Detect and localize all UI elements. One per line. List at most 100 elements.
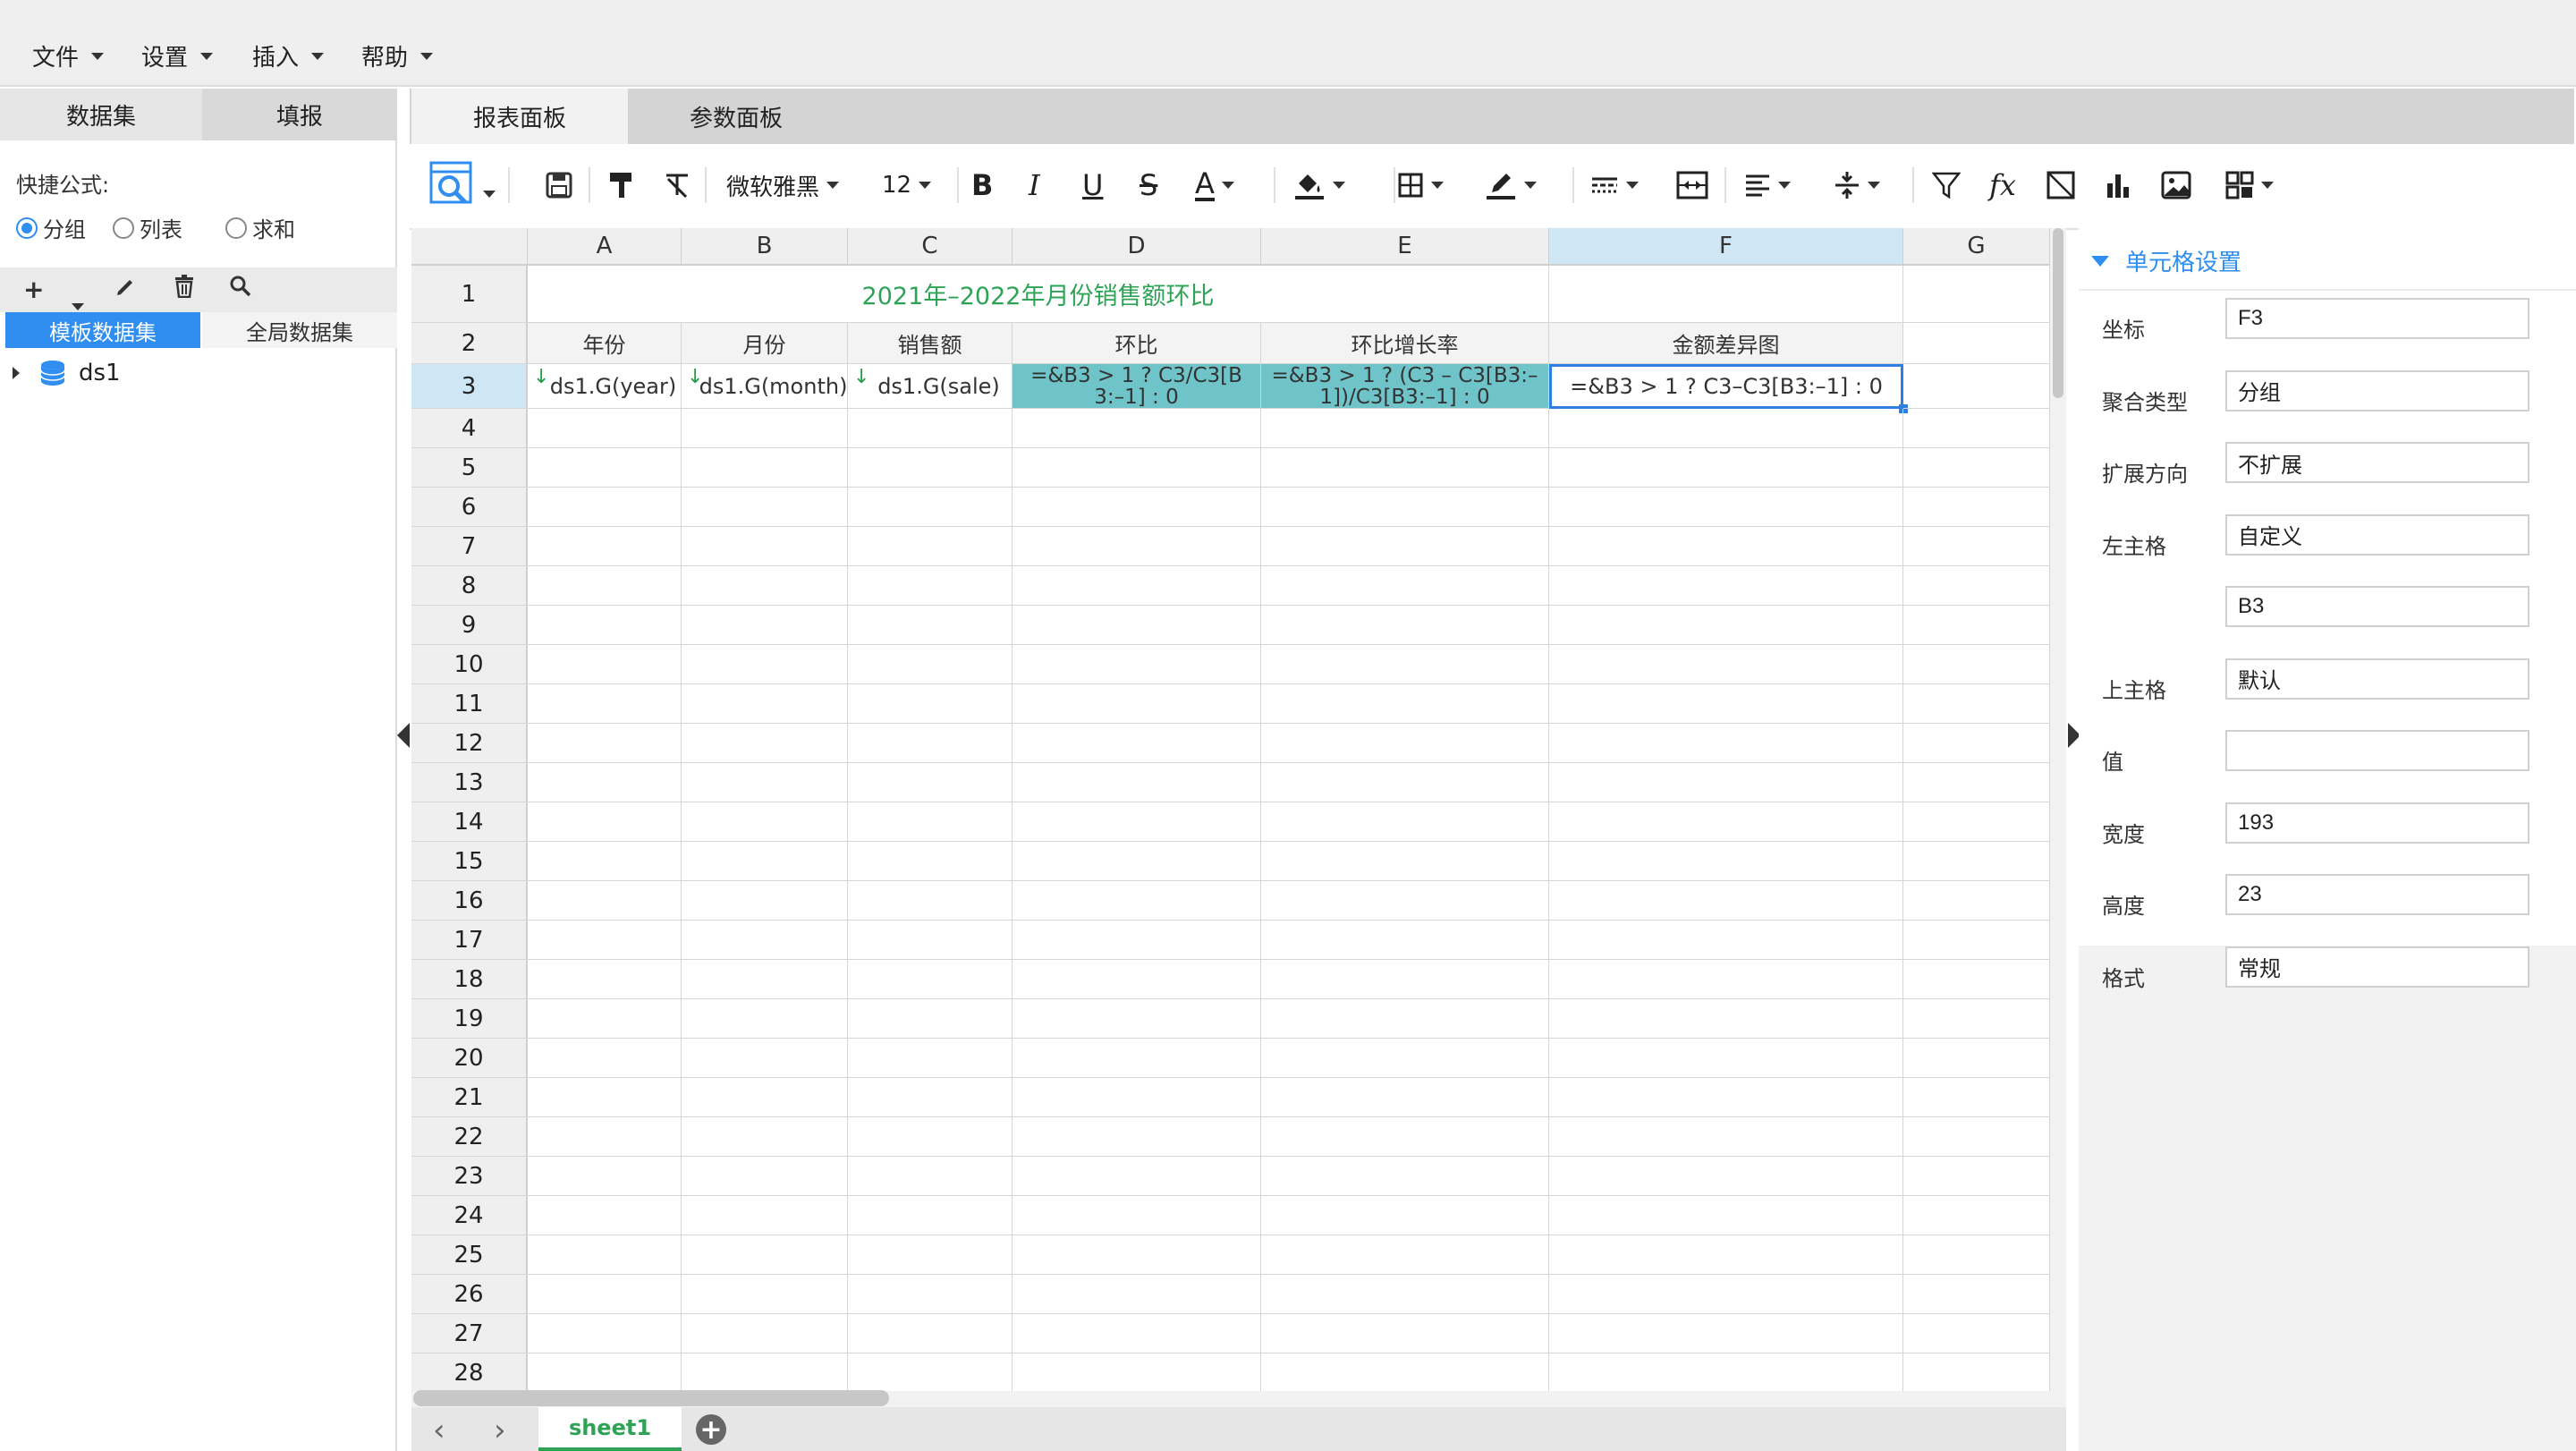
grid-cell[interactable] — [1013, 1196, 1261, 1235]
grid-cell[interactable] — [1549, 684, 1903, 724]
strikethrough-icon[interactable]: S — [1140, 162, 1157, 208]
grid-cell[interactable] — [1549, 881, 1903, 921]
grid-cell[interactable] — [1549, 527, 1903, 566]
prop-input[interactable]: 分组 — [2225, 369, 2529, 412]
grid-cell[interactable] — [848, 606, 1013, 645]
grid-cell[interactable] — [1261, 409, 1549, 448]
collapse-left-icon[interactable] — [397, 723, 410, 748]
grid-cell[interactable] — [1903, 999, 2050, 1039]
grid-cell[interactable] — [1261, 1196, 1549, 1235]
grid-cell[interactable] — [1013, 1078, 1261, 1117]
grid-cell[interactable] — [1903, 606, 2050, 645]
grid-cell[interactable] — [528, 606, 682, 645]
grid-cell[interactable] — [1903, 448, 2050, 488]
grid-cell[interactable] — [1549, 724, 1903, 763]
column-header-c[interactable]: C — [848, 228, 1013, 266]
grid-cell[interactable] — [848, 409, 1013, 448]
grid-cell[interactable] — [848, 566, 1013, 606]
grid-cell[interactable] — [1013, 566, 1261, 606]
vertical-scroll-thumb[interactable] — [2053, 228, 2063, 398]
grid-cell[interactable] — [1903, 1117, 2050, 1157]
grid-cell[interactable] — [1903, 488, 2050, 527]
align-icon[interactable] — [1744, 162, 1791, 208]
horizontal-scroll-thumb[interactable] — [413, 1390, 889, 1406]
grid-cell[interactable] — [1013, 802, 1261, 842]
grid-cell[interactable] — [682, 1235, 848, 1275]
merge-cells-icon[interactable] — [1676, 162, 1708, 208]
grid-cell[interactable] — [1013, 1157, 1261, 1196]
grid-cell[interactable] — [682, 1196, 848, 1235]
tab-report-panel[interactable]: 报表面板 — [411, 89, 628, 144]
tab-fill[interactable]: 填报 — [202, 89, 397, 140]
prop-input[interactable]: 不扩展 — [2225, 442, 2529, 483]
cell-d3[interactable]: =&B3 > 1 ? C3/C3[B 3:–1] : 0 — [1013, 364, 1261, 409]
grid-cell[interactable] — [1903, 960, 2050, 999]
grid-cell[interactable] — [1261, 645, 1549, 684]
grid-cell[interactable] — [848, 960, 1013, 999]
grid-cell[interactable] — [848, 1353, 1013, 1391]
grid-cell[interactable] — [1261, 448, 1549, 488]
row-header-15[interactable]: 15 — [411, 842, 528, 881]
grid-cell[interactable] — [1903, 684, 2050, 724]
grid-cell[interactable] — [682, 1157, 848, 1196]
column-header-g[interactable]: G — [1903, 228, 2050, 266]
row-header-9[interactable]: 9 — [411, 606, 528, 645]
preview-icon[interactable] — [429, 161, 496, 208]
font-family-select[interactable]: 微软雅黑 — [726, 162, 840, 208]
radio-list[interactable]: 列表 — [113, 212, 182, 243]
grid-cell[interactable] — [528, 1078, 682, 1117]
row-header-24[interactable]: 24 — [411, 1196, 528, 1235]
grid-cell[interactable] — [1261, 1235, 1549, 1275]
cell-a3[interactable]: ↓ ds1.G(year) — [528, 364, 682, 409]
prop-input[interactable]: B3 — [2225, 586, 2529, 627]
grid-cell[interactable] — [682, 645, 848, 684]
border-color-icon[interactable] — [1485, 162, 1537, 208]
grid-cell[interactable] — [1903, 724, 2050, 763]
grid-cell[interactable] — [848, 1196, 1013, 1235]
grid-cell[interactable] — [848, 763, 1013, 802]
column-header-f[interactable]: F — [1549, 228, 1903, 266]
prop-input[interactable]: 常规 — [2225, 946, 2529, 988]
grid-cell[interactable] — [528, 842, 682, 881]
filter-icon[interactable] — [1932, 162, 1961, 208]
cell-f3-selected[interactable]: =&B3 > 1 ? C3–C3[B3:–1] : 0 — [1549, 364, 1903, 409]
line-style-icon[interactable] — [1590, 162, 1639, 208]
grid-cell[interactable] — [1549, 1275, 1903, 1314]
menu-insert[interactable]: 插入 — [252, 39, 325, 72]
grid-cell[interactable] — [1013, 1353, 1261, 1391]
grid-cell[interactable] — [848, 802, 1013, 842]
radio-group[interactable]: 分组 — [16, 212, 86, 243]
grid-cell[interactable] — [682, 921, 848, 960]
tab-template-dataset[interactable]: 模板数据集 — [5, 312, 200, 348]
row-header-25[interactable]: 25 — [411, 1235, 528, 1275]
grid-cell[interactable] — [848, 1117, 1013, 1157]
grid-cell[interactable] — [1261, 527, 1549, 566]
chevron-right-icon[interactable] — [13, 367, 20, 379]
grid-cell[interactable] — [1261, 1117, 1549, 1157]
grid-cell[interactable] — [1549, 566, 1903, 606]
grid-cell[interactable] — [528, 1314, 682, 1353]
grid-cell[interactable] — [1903, 1078, 2050, 1117]
grid-cell[interactable] — [1903, 1275, 2050, 1314]
row-header-13[interactable]: 13 — [411, 763, 528, 802]
row-header-10[interactable]: 10 — [411, 645, 528, 684]
grid-cell[interactable] — [1013, 960, 1261, 999]
grid-cell[interactable] — [1903, 881, 2050, 921]
grid-cell[interactable] — [528, 802, 682, 842]
cell-e3[interactable]: =&B3 > 1 ? (C3 – C3[B3:– 1])/C3[B3:–1] : … — [1261, 364, 1549, 409]
formula-icon[interactable]: fx — [1989, 162, 2016, 208]
prop-input[interactable] — [2225, 730, 2529, 771]
grid-cell[interactable] — [1903, 527, 2050, 566]
header-cell-year[interactable]: 年份 — [528, 323, 682, 364]
header-cell-mom-growth[interactable]: 环比增长率 — [1261, 323, 1549, 364]
grid-cell[interactable] — [1013, 645, 1261, 684]
grid-cell[interactable] — [528, 1275, 682, 1314]
prop-input[interactable]: 23 — [2225, 874, 2529, 915]
grid-cell[interactable] — [1549, 1117, 1903, 1157]
grid-cell[interactable] — [528, 527, 682, 566]
grid-cell[interactable] — [1261, 881, 1549, 921]
delete-icon[interactable] — [174, 275, 195, 304]
grid-cell[interactable] — [1549, 921, 1903, 960]
grid-cell[interactable] — [848, 1157, 1013, 1196]
grid-cell[interactable] — [528, 1117, 682, 1157]
